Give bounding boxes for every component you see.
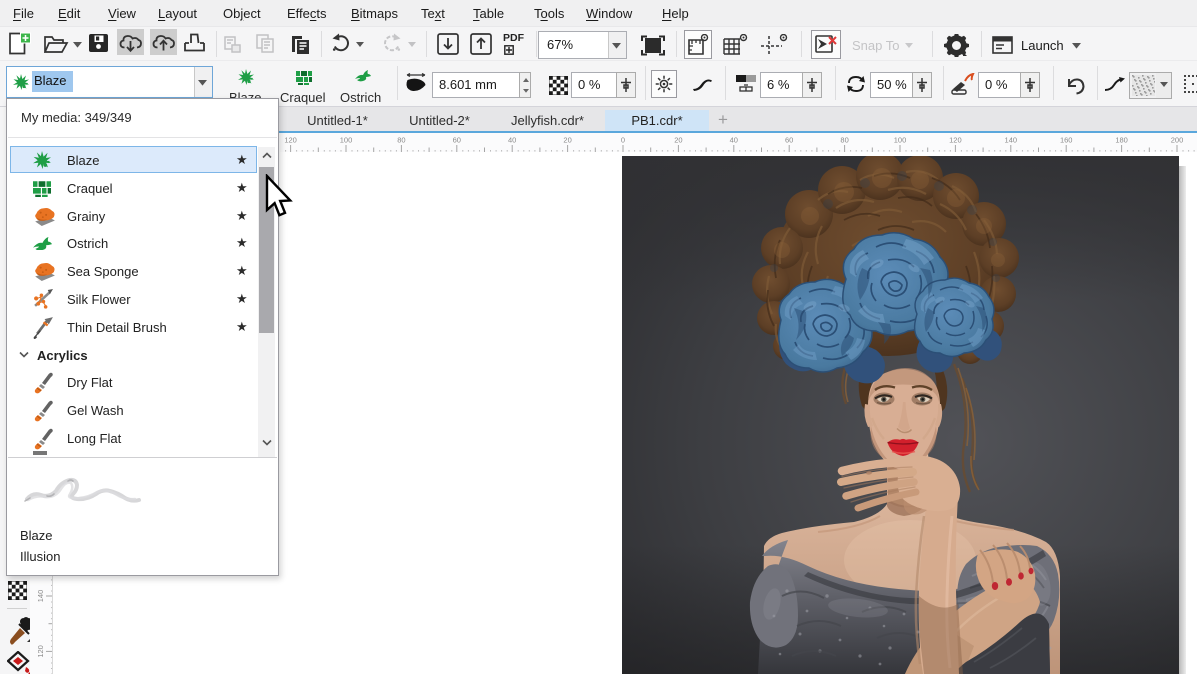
svg-text:100: 100 bbox=[894, 136, 907, 145]
svg-text:20: 20 bbox=[563, 136, 571, 145]
svg-text:180: 180 bbox=[1115, 136, 1128, 145]
svg-text:140: 140 bbox=[1005, 136, 1018, 145]
svg-text:60: 60 bbox=[453, 136, 461, 145]
svg-text:120: 120 bbox=[284, 136, 297, 145]
svg-text:200: 200 bbox=[1171, 136, 1184, 145]
svg-text:120: 120 bbox=[36, 645, 45, 658]
svg-text:140: 140 bbox=[36, 590, 45, 603]
svg-text:80: 80 bbox=[397, 136, 405, 145]
svg-text:40: 40 bbox=[730, 136, 738, 145]
svg-text:0: 0 bbox=[621, 136, 625, 145]
svg-text:120: 120 bbox=[949, 136, 962, 145]
svg-text:20: 20 bbox=[674, 136, 682, 145]
svg-text:40: 40 bbox=[508, 136, 516, 145]
svg-text:160: 160 bbox=[1060, 136, 1073, 145]
svg-text:80: 80 bbox=[840, 136, 848, 145]
svg-text:100: 100 bbox=[340, 136, 353, 145]
svg-text:60: 60 bbox=[785, 136, 793, 145]
